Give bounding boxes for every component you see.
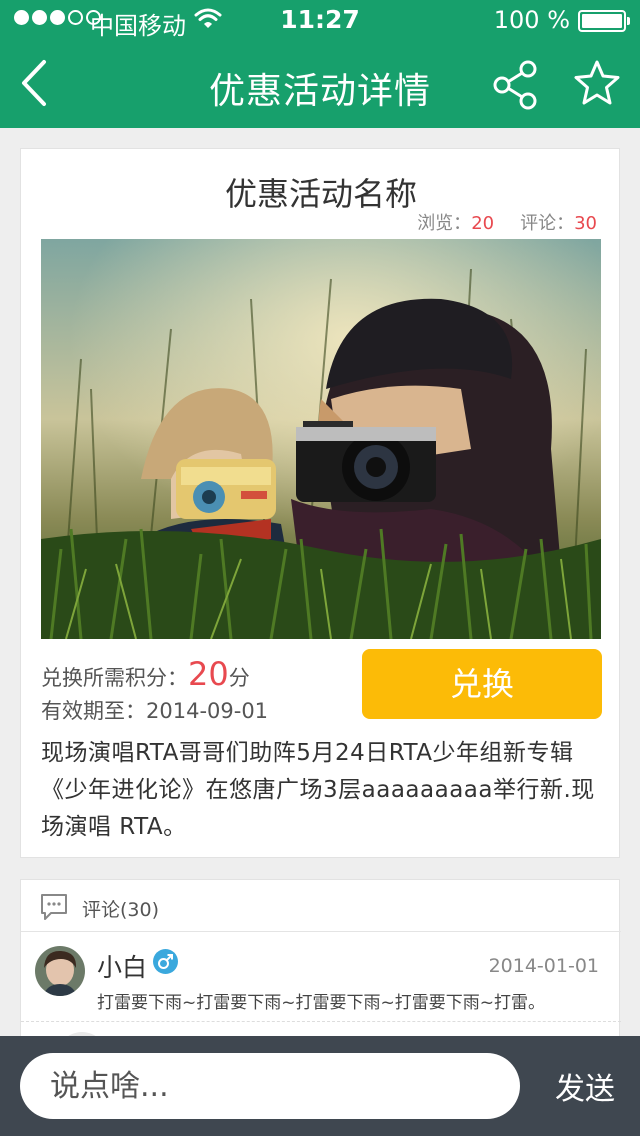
male-icon	[153, 949, 178, 974]
expiry-date: 有效期至：2014-09-01	[41, 695, 268, 725]
share-icon[interactable]	[492, 60, 540, 110]
app-header: 中国移动 11:27 100 % 优惠活动详情	[0, 0, 640, 128]
status-bar: 中国移动 11:27 100 %	[0, 0, 640, 40]
activity-photo	[41, 239, 601, 639]
comments-header: 评论(30)	[21, 880, 621, 932]
send-button[interactable]: 发送	[530, 1053, 640, 1119]
points-required: 兑换所需积分：20分	[41, 655, 250, 693]
activity-card: 优惠活动名称 浏览：20 评论：30 兑换所需积分：20分 有效期至：2014-…	[20, 148, 620, 858]
battery-percent: 100 %	[493, 6, 570, 34]
comment-text: 打雷要下雨~打雷要下雨~打雷要下雨~打雷要下雨~打雷。	[97, 993, 545, 1013]
comment-item: 小白 2014-01-01 打雷要下雨~打雷要下雨~打雷要下雨~打雷要下雨~打雷…	[21, 932, 621, 1022]
comment-input[interactable]	[20, 1053, 520, 1119]
comments-title: 评论(30)	[82, 899, 160, 921]
comment-input-bar: 发送	[0, 1036, 640, 1136]
activity-stats: 浏览：20 评论：30	[417, 209, 597, 235]
redeem-button[interactable]: 兑换	[362, 649, 602, 719]
views-count: 20	[471, 213, 495, 234]
page-title: 优惠活动详情	[208, 71, 431, 112]
comments-stat: 评论：30	[520, 209, 597, 235]
points-value: 20	[188, 655, 229, 693]
views-label: 浏览：	[417, 213, 472, 234]
battery-icon	[578, 10, 630, 32]
expiry-value: 2014-09-01	[146, 699, 269, 723]
comments-count: 30	[574, 213, 597, 234]
comment-bubble-icon	[39, 892, 69, 922]
points-unit: 分	[228, 666, 250, 690]
views-stat: 浏览：20	[417, 209, 494, 235]
expiry-label: 有效期至：	[41, 699, 146, 723]
comments-label: 评论：	[520, 213, 575, 234]
avatar[interactable]	[35, 946, 85, 996]
comment-username[interactable]: 小白	[97, 948, 147, 984]
points-label: 兑换所需积分：	[41, 666, 188, 690]
star-icon[interactable]	[572, 58, 622, 108]
comment-date: 2014-01-01	[488, 955, 599, 977]
activity-description: 现场演唱RTA哥哥们助阵5月24日RTA少年组新专辑《少年进化论》在悠唐广场3层…	[41, 740, 595, 840]
